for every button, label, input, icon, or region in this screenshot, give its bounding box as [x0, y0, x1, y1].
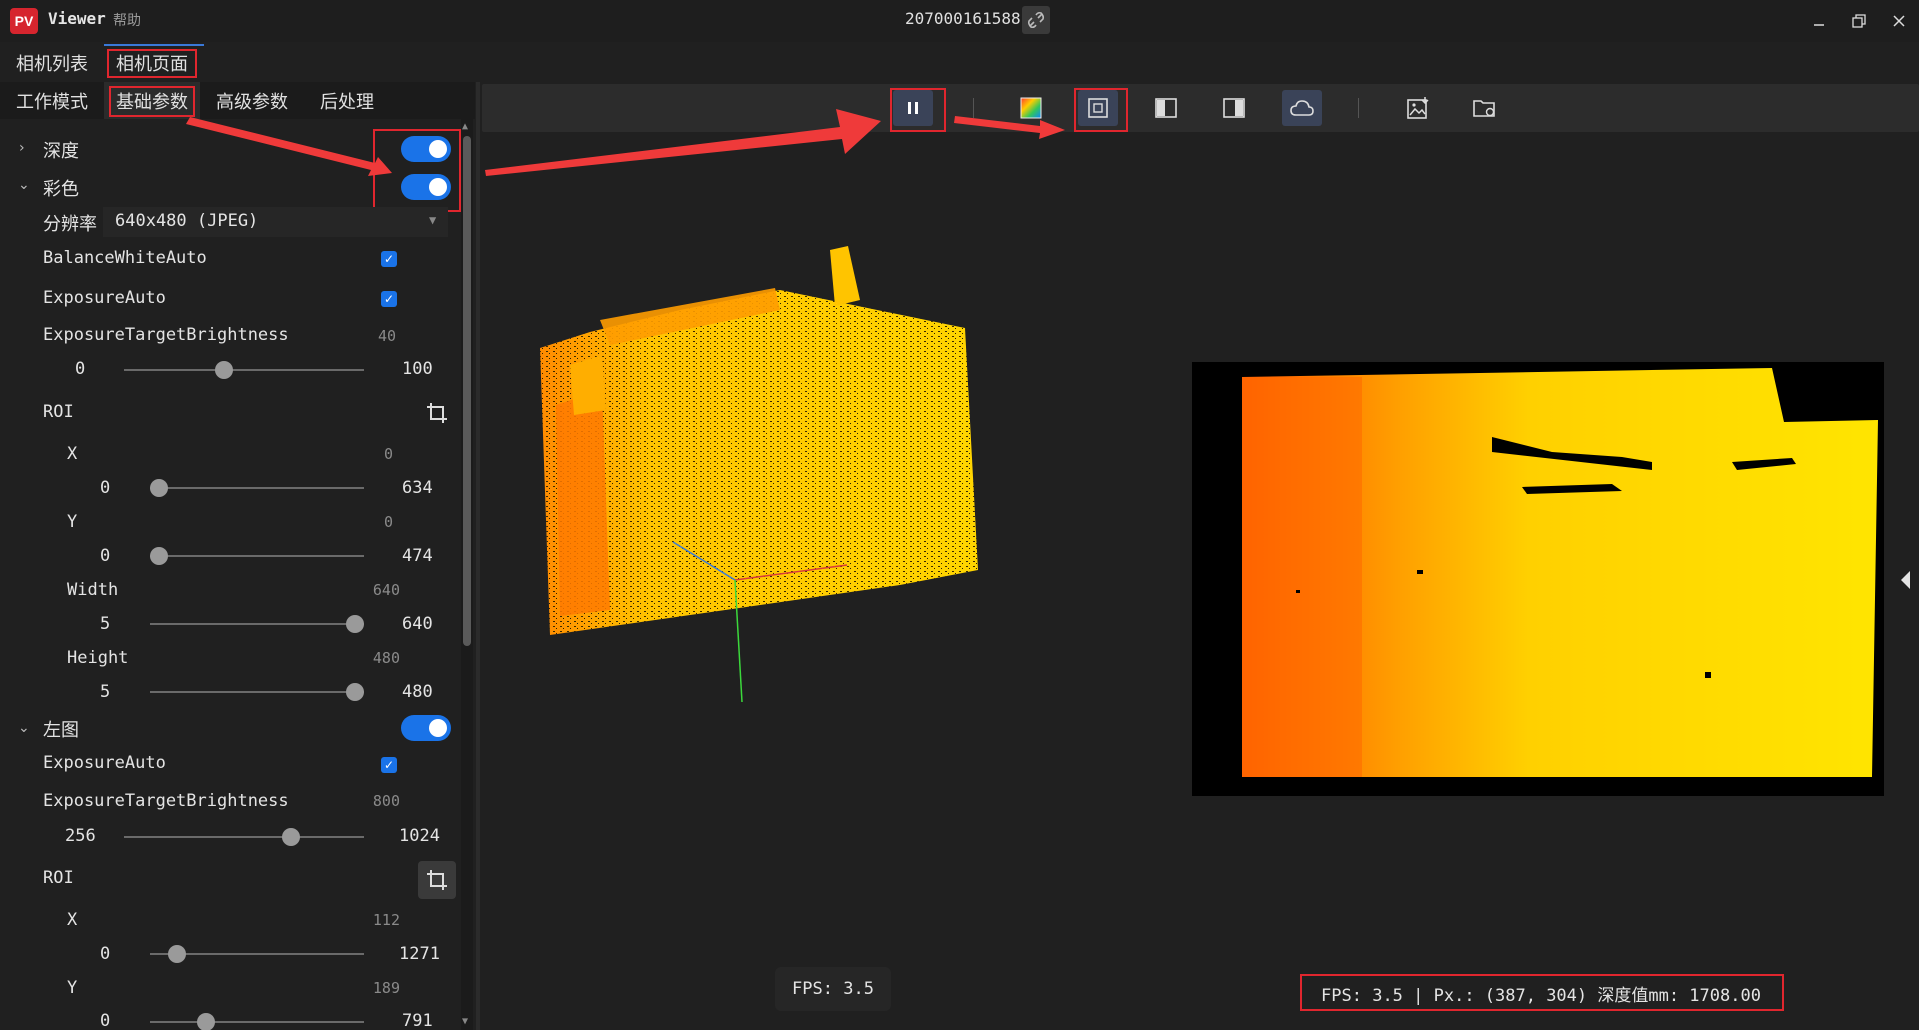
point-cloud-view[interactable]	[530, 240, 990, 710]
depth-image-view[interactable]	[1192, 362, 1884, 796]
highlight-box	[1300, 974, 1784, 1011]
point-cloud-fps: FPS: 3.5	[775, 967, 891, 1011]
depth-image	[1242, 362, 1878, 777]
collapse-panel-arrow-icon[interactable]	[1898, 568, 1914, 592]
